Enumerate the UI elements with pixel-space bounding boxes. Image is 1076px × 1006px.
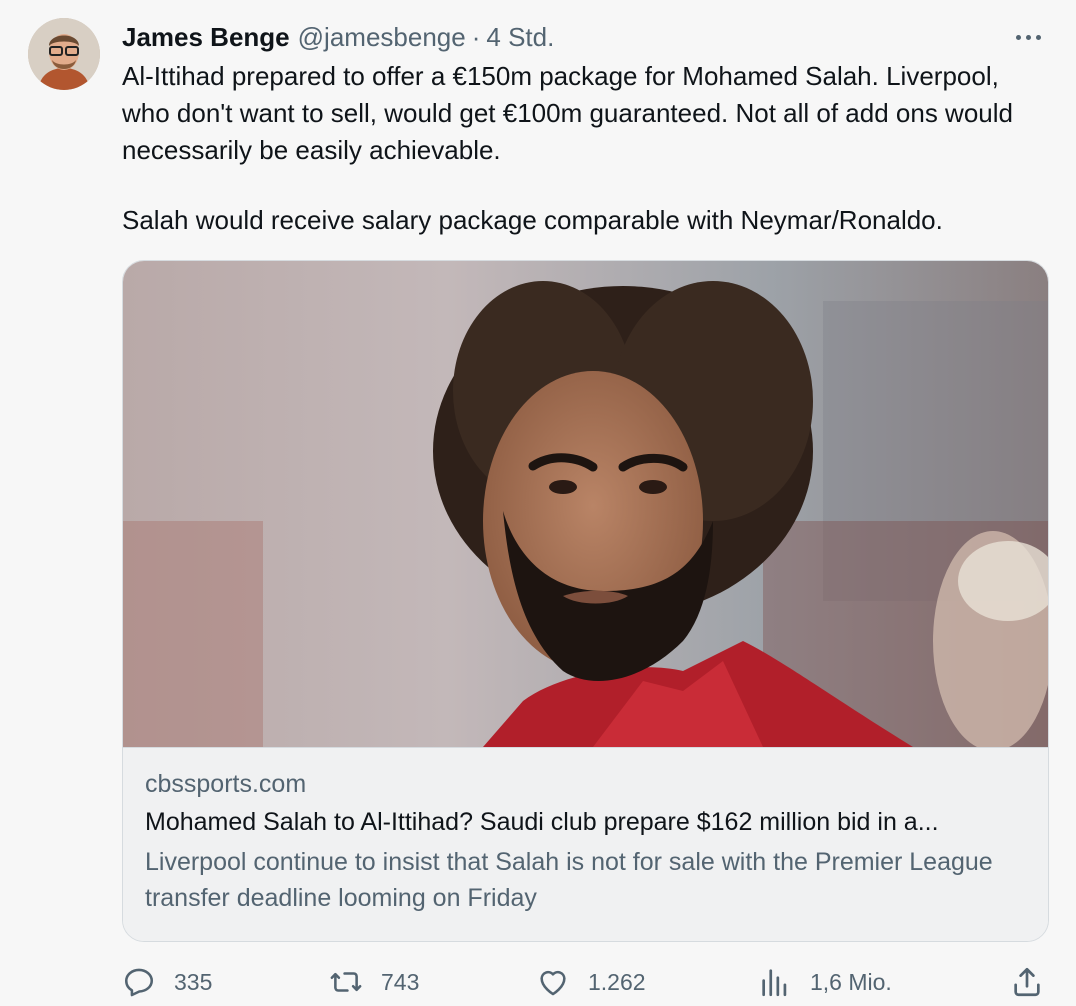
reply-count: 335 [174, 968, 213, 995]
retweet-button[interactable]: 743 [329, 958, 419, 1006]
link-card[interactable]: cbssports.com Mohamed Salah to Al-Ittiha… [122, 260, 1049, 942]
tweet-paragraph: Salah would receive salary package compa… [122, 205, 943, 235]
tweet-header: James Benge @jamesbenge · 4 Std. [122, 20, 554, 54]
card-title: Mohamed Salah to Al-Ittihad? Saudi club … [145, 808, 939, 836]
reply-icon [124, 968, 154, 997]
more-button[interactable] [1008, 22, 1048, 52]
card-image[interactable] [123, 261, 1048, 747]
avatar[interactable] [28, 18, 100, 90]
author-handle[interactable]: @jamesbenge [298, 22, 466, 53]
more-icon-dot [1035, 34, 1041, 40]
tweet-text: Al-Ittihad prepared to offer a €150m pac… [122, 58, 1042, 239]
header-separator: · [471, 21, 481, 52]
card-description: Liverpool continue to insist that Salah … [145, 848, 993, 912]
tweet-paragraph: Al-Ittihad prepared to offer a €150m pac… [122, 61, 1013, 165]
card-photo [123, 261, 1048, 747]
avatar-image [28, 18, 100, 90]
share-icon [1014, 967, 1040, 997]
tweet[interactable]: James Benge @jamesbenge · 4 Std. Al-Itti… [0, 0, 1076, 1006]
heart-icon [540, 970, 566, 996]
card-domain: cbssports.com [145, 770, 307, 798]
views-button[interactable]: 1,6 Mio. [758, 958, 892, 1006]
like-count: 1.262 [588, 968, 646, 995]
author-name[interactable]: James Benge [122, 22, 290, 53]
more-icon-dot [1025, 34, 1031, 40]
retweet-icon [330, 972, 362, 992]
more-icon [1015, 34, 1021, 40]
reply-button[interactable]: 335 [122, 958, 212, 1006]
tweet-actions: 335 743 1.262 1,6 Mio. [122, 958, 1047, 1006]
like-button[interactable]: 1.262 [536, 958, 646, 1006]
retweet-count: 743 [381, 968, 420, 995]
share-button[interactable] [1010, 958, 1044, 1006]
analytics-icon [762, 969, 787, 997]
card-info[interactable]: cbssports.com Mohamed Salah to Al-Ittiha… [123, 747, 1048, 941]
views-count: 1,6 Mio. [810, 968, 892, 995]
tweet-timestamp[interactable]: 4 Std. [486, 22, 554, 53]
